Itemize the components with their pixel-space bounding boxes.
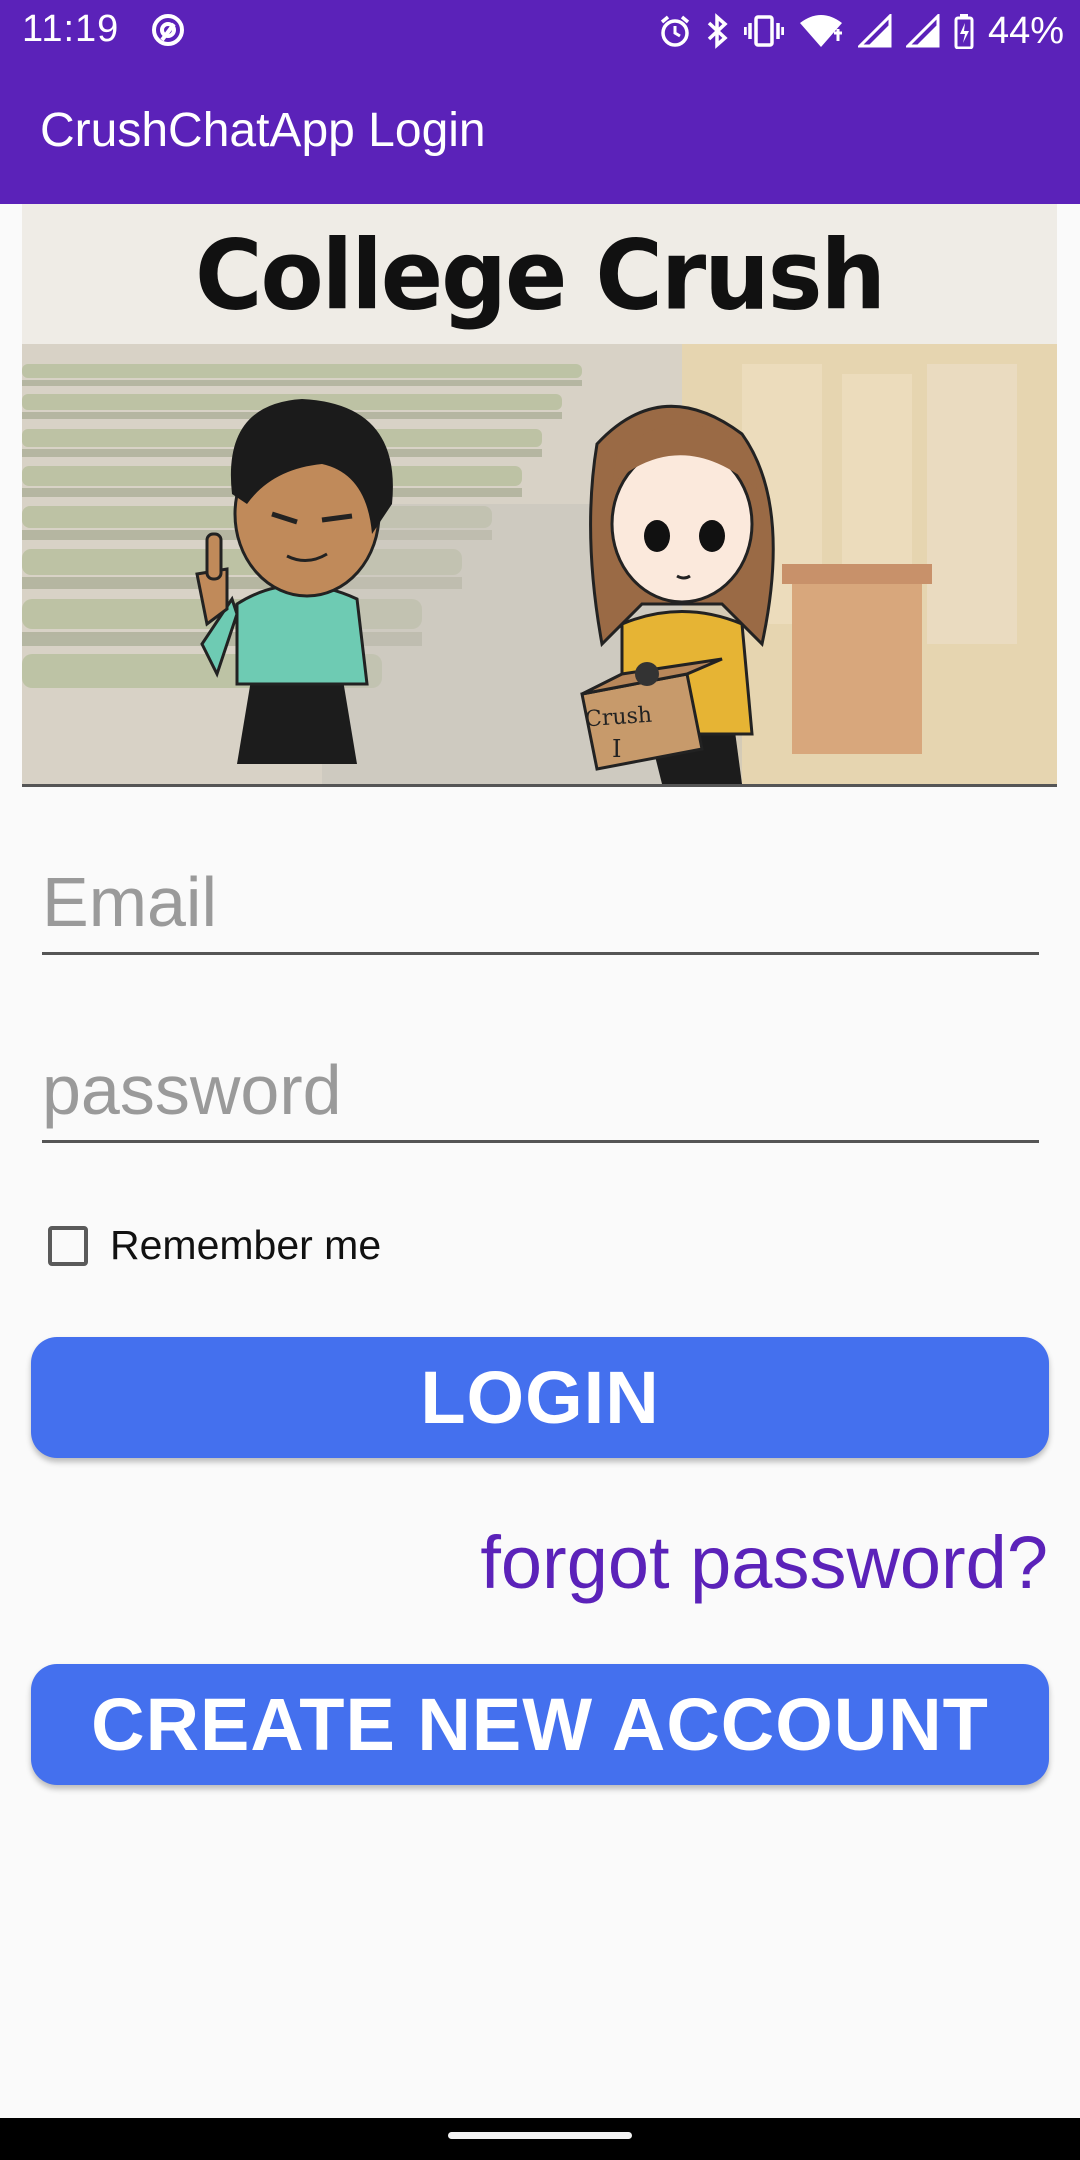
battery-percent: 44% bbox=[987, 9, 1064, 52]
alarm-icon bbox=[660, 15, 690, 47]
app-title: CrushChatApp Login bbox=[40, 104, 486, 157]
remember-me-row[interactable]: Remember me bbox=[48, 1222, 381, 1269]
status-bar: 11:19 44% bbox=[0, 0, 1080, 63]
status-time: 11:19 bbox=[22, 8, 120, 50]
email-field[interactable] bbox=[42, 852, 1039, 955]
box-label: Crush bbox=[584, 702, 653, 733]
password-input[interactable] bbox=[42, 1050, 1039, 1130]
navigation-bar bbox=[0, 2118, 1080, 2160]
login-button[interactable]: LOGIN bbox=[31, 1337, 1049, 1458]
remember-me-checkbox[interactable] bbox=[48, 1225, 88, 1266]
wifi-icon bbox=[799, 15, 842, 47]
login-button-label: LOGIN bbox=[420, 1356, 660, 1439]
create-account-button[interactable]: CREATE NEW ACCOUNT bbox=[31, 1664, 1049, 1785]
create-account-button-label: CREATE NEW ACCOUNT bbox=[91, 1683, 989, 1766]
status-icons: 44% bbox=[658, 8, 1064, 54]
vibrate-icon bbox=[743, 15, 784, 47]
password-field[interactable] bbox=[42, 1040, 1039, 1143]
battery-icon bbox=[954, 14, 974, 49]
bluetooth-icon bbox=[707, 13, 728, 49]
forgot-password-link[interactable]: forgot password? bbox=[480, 1520, 1048, 1605]
email-input[interactable] bbox=[42, 862, 1039, 942]
at-icon bbox=[152, 14, 184, 46]
signal-icon bbox=[857, 14, 892, 48]
box-label-numeral: I bbox=[612, 735, 622, 763]
remember-me-label: Remember me bbox=[110, 1222, 382, 1268]
home-gesture-handle[interactable] bbox=[448, 2132, 632, 2139]
banner-image: College Crush bbox=[22, 204, 1057, 787]
banner-title: College Crush bbox=[194, 219, 886, 332]
app-bar: CrushChatApp Login bbox=[0, 63, 1080, 204]
signal-icon bbox=[905, 14, 940, 48]
